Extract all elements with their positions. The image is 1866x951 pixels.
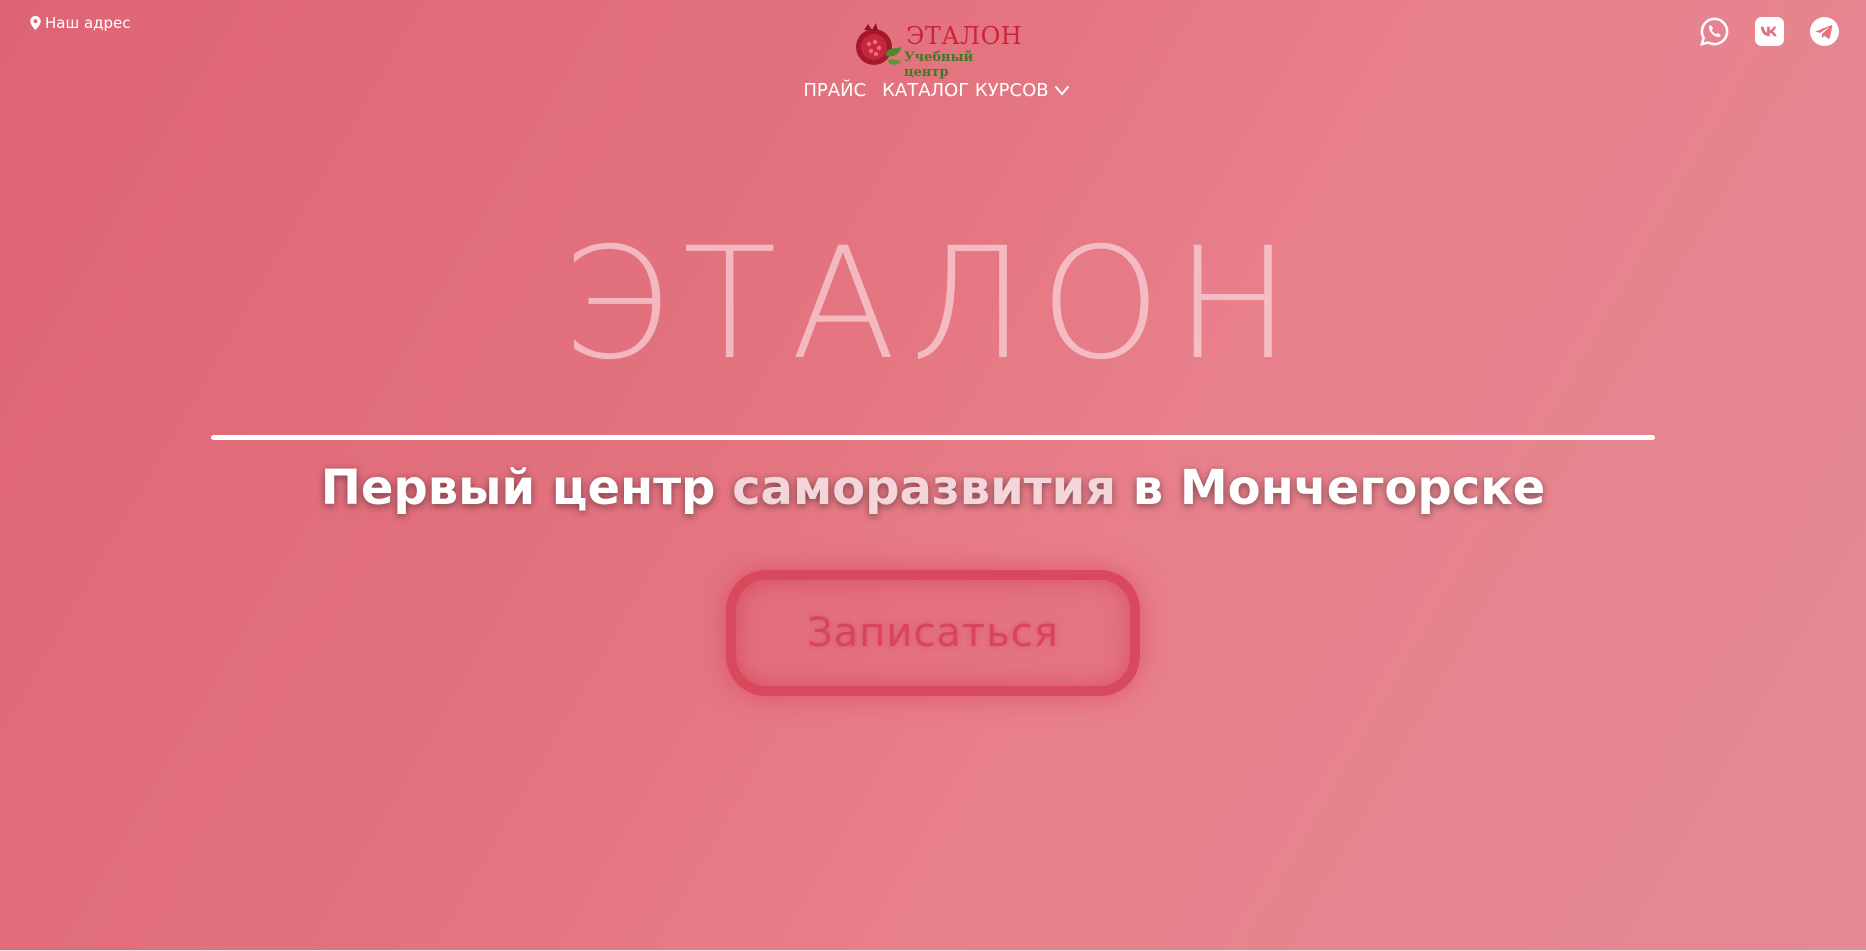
- map-pin-icon: [30, 16, 41, 30]
- hero-subtitle: Первый центр саморазвития в Мончегорске: [0, 460, 1866, 516]
- hero-subtitle-part: Первый центр: [320, 460, 733, 516]
- hero-divider: [211, 435, 1655, 440]
- pomegranate-icon: [856, 23, 902, 65]
- signup-button-label: Записаться: [807, 610, 1059, 656]
- nav-item-course-catalog[interactable]: КАТАЛОГ КУРСОВ: [882, 80, 1069, 101]
- nav-item-label: КАТАЛОГ КУРСОВ: [882, 80, 1049, 101]
- chevron-down-icon: [1054, 85, 1069, 96]
- logo-subtitle: Учебный центр: [904, 50, 974, 80]
- social-links: [1699, 16, 1840, 47]
- address-link[interactable]: Наш адрес: [30, 14, 131, 32]
- signup-button[interactable]: Записаться: [726, 570, 1140, 696]
- vk-icon: [1754, 16, 1785, 47]
- hero-subtitle-part: в Мончегорске: [1116, 460, 1546, 516]
- nav-item-price[interactable]: ПРАЙС: [803, 80, 866, 101]
- main-nav: ПРАЙС КАТАЛОГ КУРСОВ: [0, 80, 1866, 101]
- nav-item-label: ПРАЙС: [803, 80, 867, 101]
- whatsapp-link[interactable]: [1699, 16, 1730, 47]
- telegram-link[interactable]: [1809, 16, 1840, 47]
- logo[interactable]: ЭТАЛОН Учебный центр: [850, 20, 1022, 80]
- whatsapp-icon: [1700, 17, 1729, 46]
- hero-title: ЭТАЛОН: [561, 215, 1305, 394]
- logo-title: ЭТАЛОН: [906, 22, 1023, 50]
- telegram-icon: [1809, 16, 1840, 47]
- address-label: Наш адрес: [45, 14, 131, 32]
- hero-subtitle-highlight: саморазвития: [732, 460, 1117, 516]
- vk-link[interactable]: [1754, 16, 1785, 47]
